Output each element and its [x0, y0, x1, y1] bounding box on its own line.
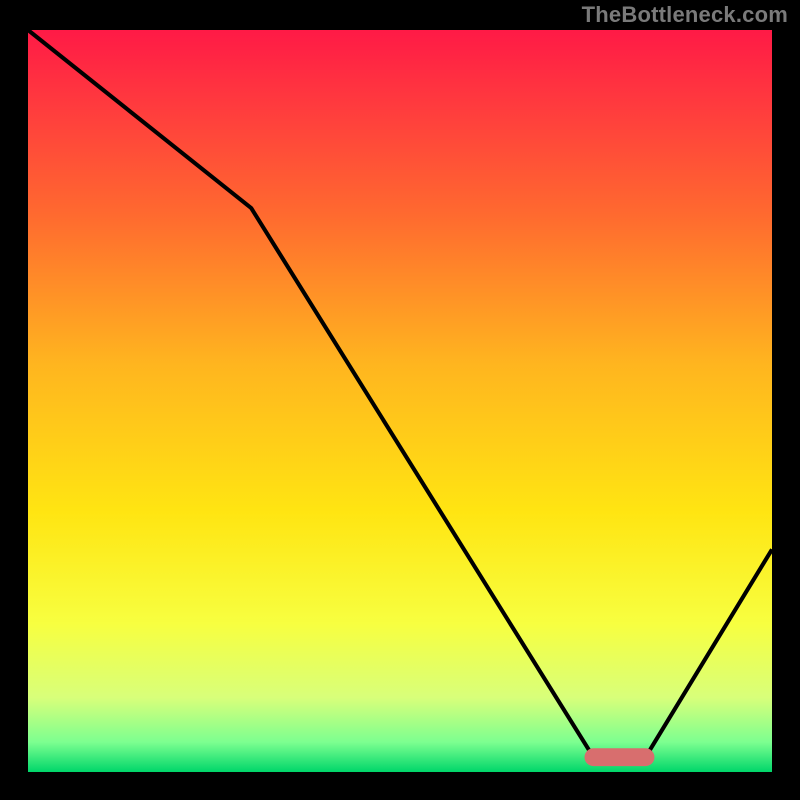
chart-svg: [28, 30, 772, 772]
gradient-background: [28, 30, 772, 772]
watermark-label: TheBottleneck.com: [582, 2, 788, 28]
chart-container: TheBottleneck.com: [0, 0, 800, 800]
chart-plot-area: [28, 30, 772, 772]
